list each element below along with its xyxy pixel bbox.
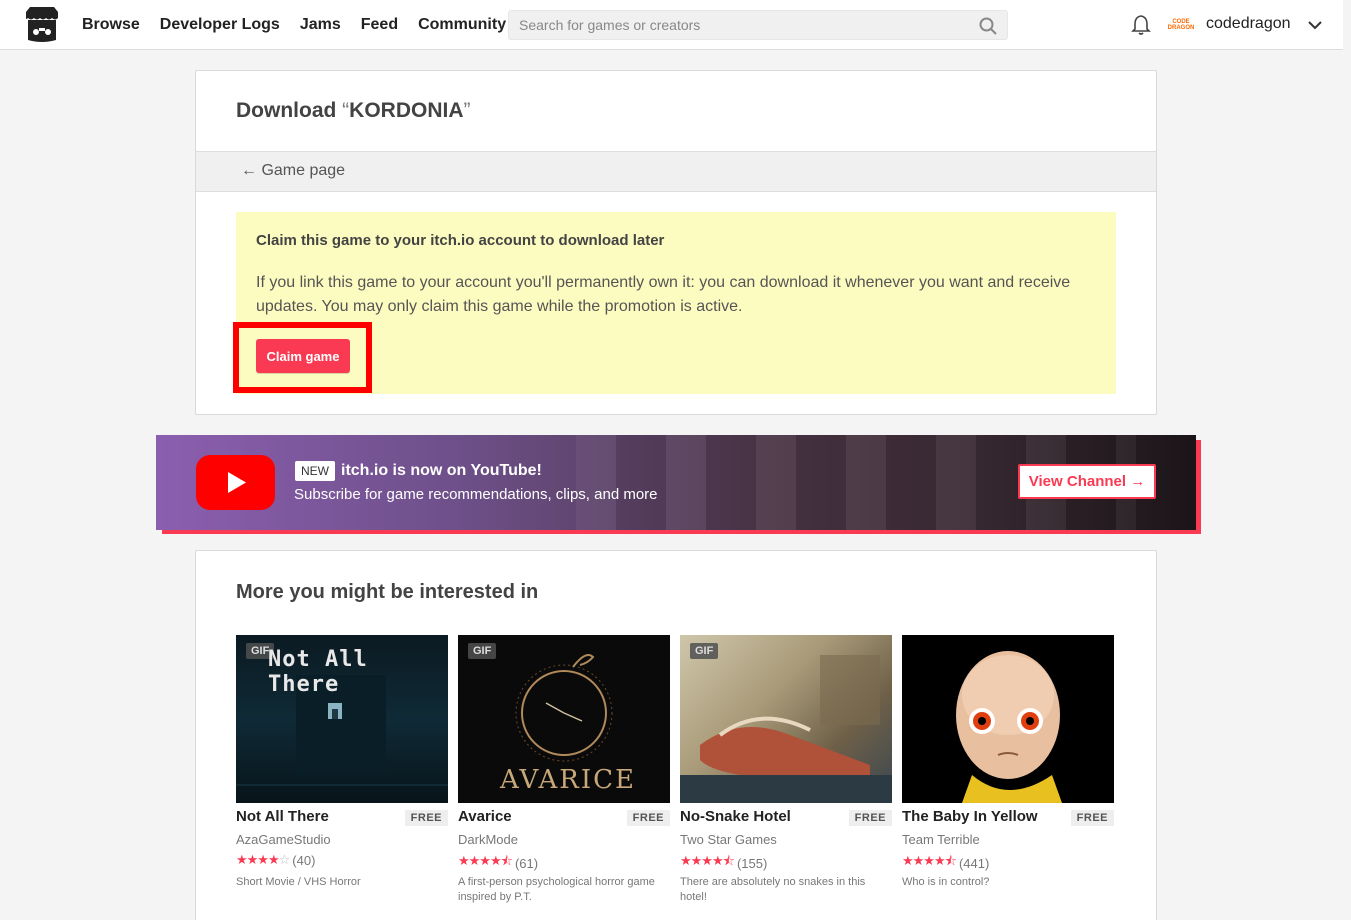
banner-title: itch.io is now on YouTube! bbox=[341, 462, 542, 479]
price-badge: FREE bbox=[848, 810, 892, 826]
nav-feed[interactable]: Feed bbox=[361, 16, 398, 34]
claim-description: If you link this game to your account yo… bbox=[256, 274, 1071, 315]
rating-stars: ★★★★⯪ bbox=[680, 853, 735, 868]
game-thumbnail[interactable]: GIF bbox=[680, 635, 892, 803]
game-description: There are absolutely no snakes in this h… bbox=[680, 876, 866, 903]
thumbnail-title-text: AVARICE bbox=[500, 765, 636, 795]
game-thumbnail[interactable]: GIF AVARICE bbox=[458, 635, 670, 803]
youtube-icon[interactable] bbox=[196, 455, 275, 510]
game-description: Short Movie / VHS Horror bbox=[236, 876, 361, 888]
scrollbar[interactable] bbox=[1343, 0, 1351, 920]
username[interactable]: codedragon bbox=[1206, 15, 1291, 33]
recommendations-heading: More you might be interested in bbox=[236, 581, 539, 603]
game-card-no-snake-hotel[interactable]: GIF No-Snake Hotel FREE Two Star Games ★… bbox=[680, 635, 892, 903]
claim-game-button[interactable]: Claim game bbox=[256, 339, 350, 373]
search-input[interactable] bbox=[509, 11, 969, 39]
nav-developer-logs[interactable]: Developer Logs bbox=[160, 16, 280, 34]
claim-notice: Claim this game to your itch.io account … bbox=[233, 212, 1116, 394]
banner-subtitle: Subscribe for game recommendations, clip… bbox=[294, 486, 658, 503]
gif-badge: GIF bbox=[690, 643, 719, 659]
page-title: Download “KORDONIA” bbox=[236, 99, 471, 122]
game-title[interactable]: No-Snake Hotel bbox=[680, 808, 791, 825]
game-author[interactable]: DarkMode bbox=[458, 832, 518, 847]
main-nav: Browse Developer Logs Jams Feed Communit… bbox=[82, 0, 506, 50]
game-thumbnail[interactable]: GIF Not All There bbox=[236, 635, 448, 803]
game-title[interactable]: Avarice bbox=[458, 808, 512, 825]
game-description: A first-person psychological horror game… bbox=[458, 876, 655, 903]
game-rating: ★★★★⯪ (155) bbox=[680, 852, 767, 874]
game-author[interactable]: Two Star Games bbox=[680, 832, 777, 847]
back-row: ← Game page bbox=[196, 151, 1156, 192]
top-header: Browse Developer Logs Jams Feed Communit… bbox=[0, 0, 1351, 50]
rating-stars: ★★★★☆ bbox=[236, 852, 290, 867]
nav-jams[interactable]: Jams bbox=[300, 16, 341, 34]
game-author[interactable]: AzaGameStudio bbox=[236, 832, 331, 847]
view-channel-button[interactable]: View Channel → bbox=[1018, 464, 1156, 499]
price-badge: FREE bbox=[404, 810, 448, 826]
gif-badge: GIF bbox=[468, 643, 497, 659]
price-badge: FREE bbox=[1070, 810, 1114, 826]
notification-bell-icon[interactable] bbox=[1130, 14, 1152, 36]
nav-community[interactable]: Community bbox=[418, 16, 506, 34]
claim-title: Claim this game to your itch.io account … bbox=[256, 232, 665, 249]
rating-count: (155) bbox=[736, 855, 768, 871]
thumbnail-art bbox=[956, 651, 1062, 803]
game-page-link[interactable]: ← Game page bbox=[241, 162, 345, 180]
itchio-logo-icon[interactable] bbox=[22, 6, 62, 44]
rating-count: (40) bbox=[292, 852, 316, 868]
rating-stars: ★★★★⯪ bbox=[458, 853, 513, 868]
rating-count: (441) bbox=[958, 855, 990, 871]
youtube-banner: NEW itch.io is now on YouTube! Subscribe… bbox=[156, 435, 1196, 530]
recommendations-card: More you might be interested in GIF Not … bbox=[195, 550, 1157, 920]
game-author[interactable]: Team Terrible bbox=[902, 832, 980, 847]
game-card-not-all-there[interactable]: GIF Not All There Not All There FREE Aza… bbox=[236, 635, 448, 888]
game-rating: ★★★★⯪ (441) bbox=[902, 852, 989, 874]
search-icon[interactable] bbox=[979, 17, 997, 35]
thumbnail-title-text: Not All There bbox=[268, 647, 368, 697]
price-badge: FREE bbox=[626, 810, 670, 826]
game-rating: ★★★★⯪ (61) bbox=[458, 852, 538, 874]
game-thumbnail[interactable] bbox=[902, 635, 1114, 803]
game-card-avarice[interactable]: GIF AVARICE Avarice FREE DarkMode ★★★★⯪ … bbox=[458, 635, 670, 903]
chevron-down-icon[interactable] bbox=[1306, 16, 1324, 34]
search-box bbox=[508, 10, 1008, 40]
thumbnail-art bbox=[680, 655, 892, 803]
download-card: Download “KORDONIA” ← Game page Claim th… bbox=[195, 70, 1157, 415]
avatar[interactable]: CODE DRAGON bbox=[1168, 12, 1195, 38]
new-badge: NEW bbox=[295, 461, 335, 481]
rating-count: (61) bbox=[514, 855, 539, 871]
game-title[interactable]: The Baby In Yellow bbox=[902, 808, 1038, 825]
rating-stars: ★★★★⯪ bbox=[902, 853, 957, 868]
game-card-the-baby-in-yellow[interactable]: The Baby In Yellow FREE Team Terrible ★★… bbox=[902, 635, 1114, 888]
game-description: Who is in control? bbox=[902, 876, 990, 888]
game-title[interactable]: Not All There bbox=[236, 808, 329, 825]
game-rating: ★★★★☆ (40) bbox=[236, 852, 315, 868]
nav-browse[interactable]: Browse bbox=[82, 16, 140, 34]
